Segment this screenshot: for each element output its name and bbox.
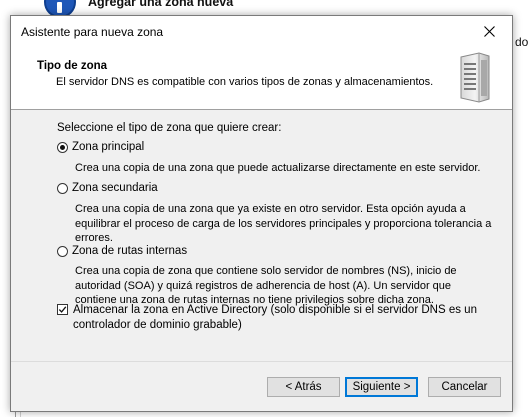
- active-directory-checkbox[interactable]: [57, 304, 68, 315]
- background-window-title: Agregar una zona nueva: [88, 0, 234, 9]
- background-text-fragment: do: [515, 35, 528, 49]
- radio-primary-zone[interactable]: Zona principal: [57, 141, 144, 153]
- close-icon: [483, 26, 495, 37]
- dialog-titlebar[interactable]: Asistente para nueva zona: [11, 16, 512, 47]
- primary-zone-description: Crea una copia de una zona que puede act…: [75, 162, 481, 174]
- close-button[interactable]: [466, 16, 512, 47]
- radio-label: Zona secundaria: [72, 182, 158, 194]
- stub-zone-description: Crea una copia de zona que contiene solo…: [75, 265, 457, 306]
- radio-label: Zona principal: [72, 141, 145, 153]
- radio-label: Zona de rutas internas: [72, 245, 188, 257]
- radio-secondary-zone[interactable]: Zona secundaria: [57, 182, 158, 194]
- new-zone-wizard-dialog: Asistente para nueva zona Tipo de zona E…: [10, 15, 513, 412]
- page-title: Tipo de zona: [37, 60, 108, 72]
- active-directory-option[interactable]: Almacenar la zona en Active Directory (s…: [57, 303, 493, 332]
- back-button[interactable]: < Atrás: [267, 377, 340, 397]
- page-subtitle: El servidor DNS es compatible con varios…: [56, 76, 434, 88]
- radio-button[interactable]: [57, 245, 68, 257]
- active-directory-label: Almacenar la zona en Active Directory (s…: [73, 304, 477, 331]
- radio-stub-zone[interactable]: Zona de rutas internas: [57, 245, 187, 257]
- zone-type-prompt: Seleccione el tipo de zona que quiere cr…: [57, 122, 282, 134]
- server-icon: [460, 52, 490, 103]
- wizard-header: Tipo de zona El servidor DNS es compatib…: [11, 47, 512, 110]
- footer-divider: [11, 361, 512, 362]
- radio-button[interactable]: [57, 182, 68, 194]
- cancel-button[interactable]: Cancelar: [428, 377, 501, 397]
- checkmark-icon: [58, 306, 67, 313]
- wizard-body: Seleccione el tipo de zona que quiere cr…: [11, 110, 512, 360]
- radio-button-checked[interactable]: [57, 141, 68, 153]
- next-button[interactable]: Siguiente >: [345, 377, 418, 397]
- secondary-zone-description: Crea una copia de una zona que ya existe…: [75, 203, 492, 244]
- dialog-title: Asistente para nueva zona: [21, 25, 164, 39]
